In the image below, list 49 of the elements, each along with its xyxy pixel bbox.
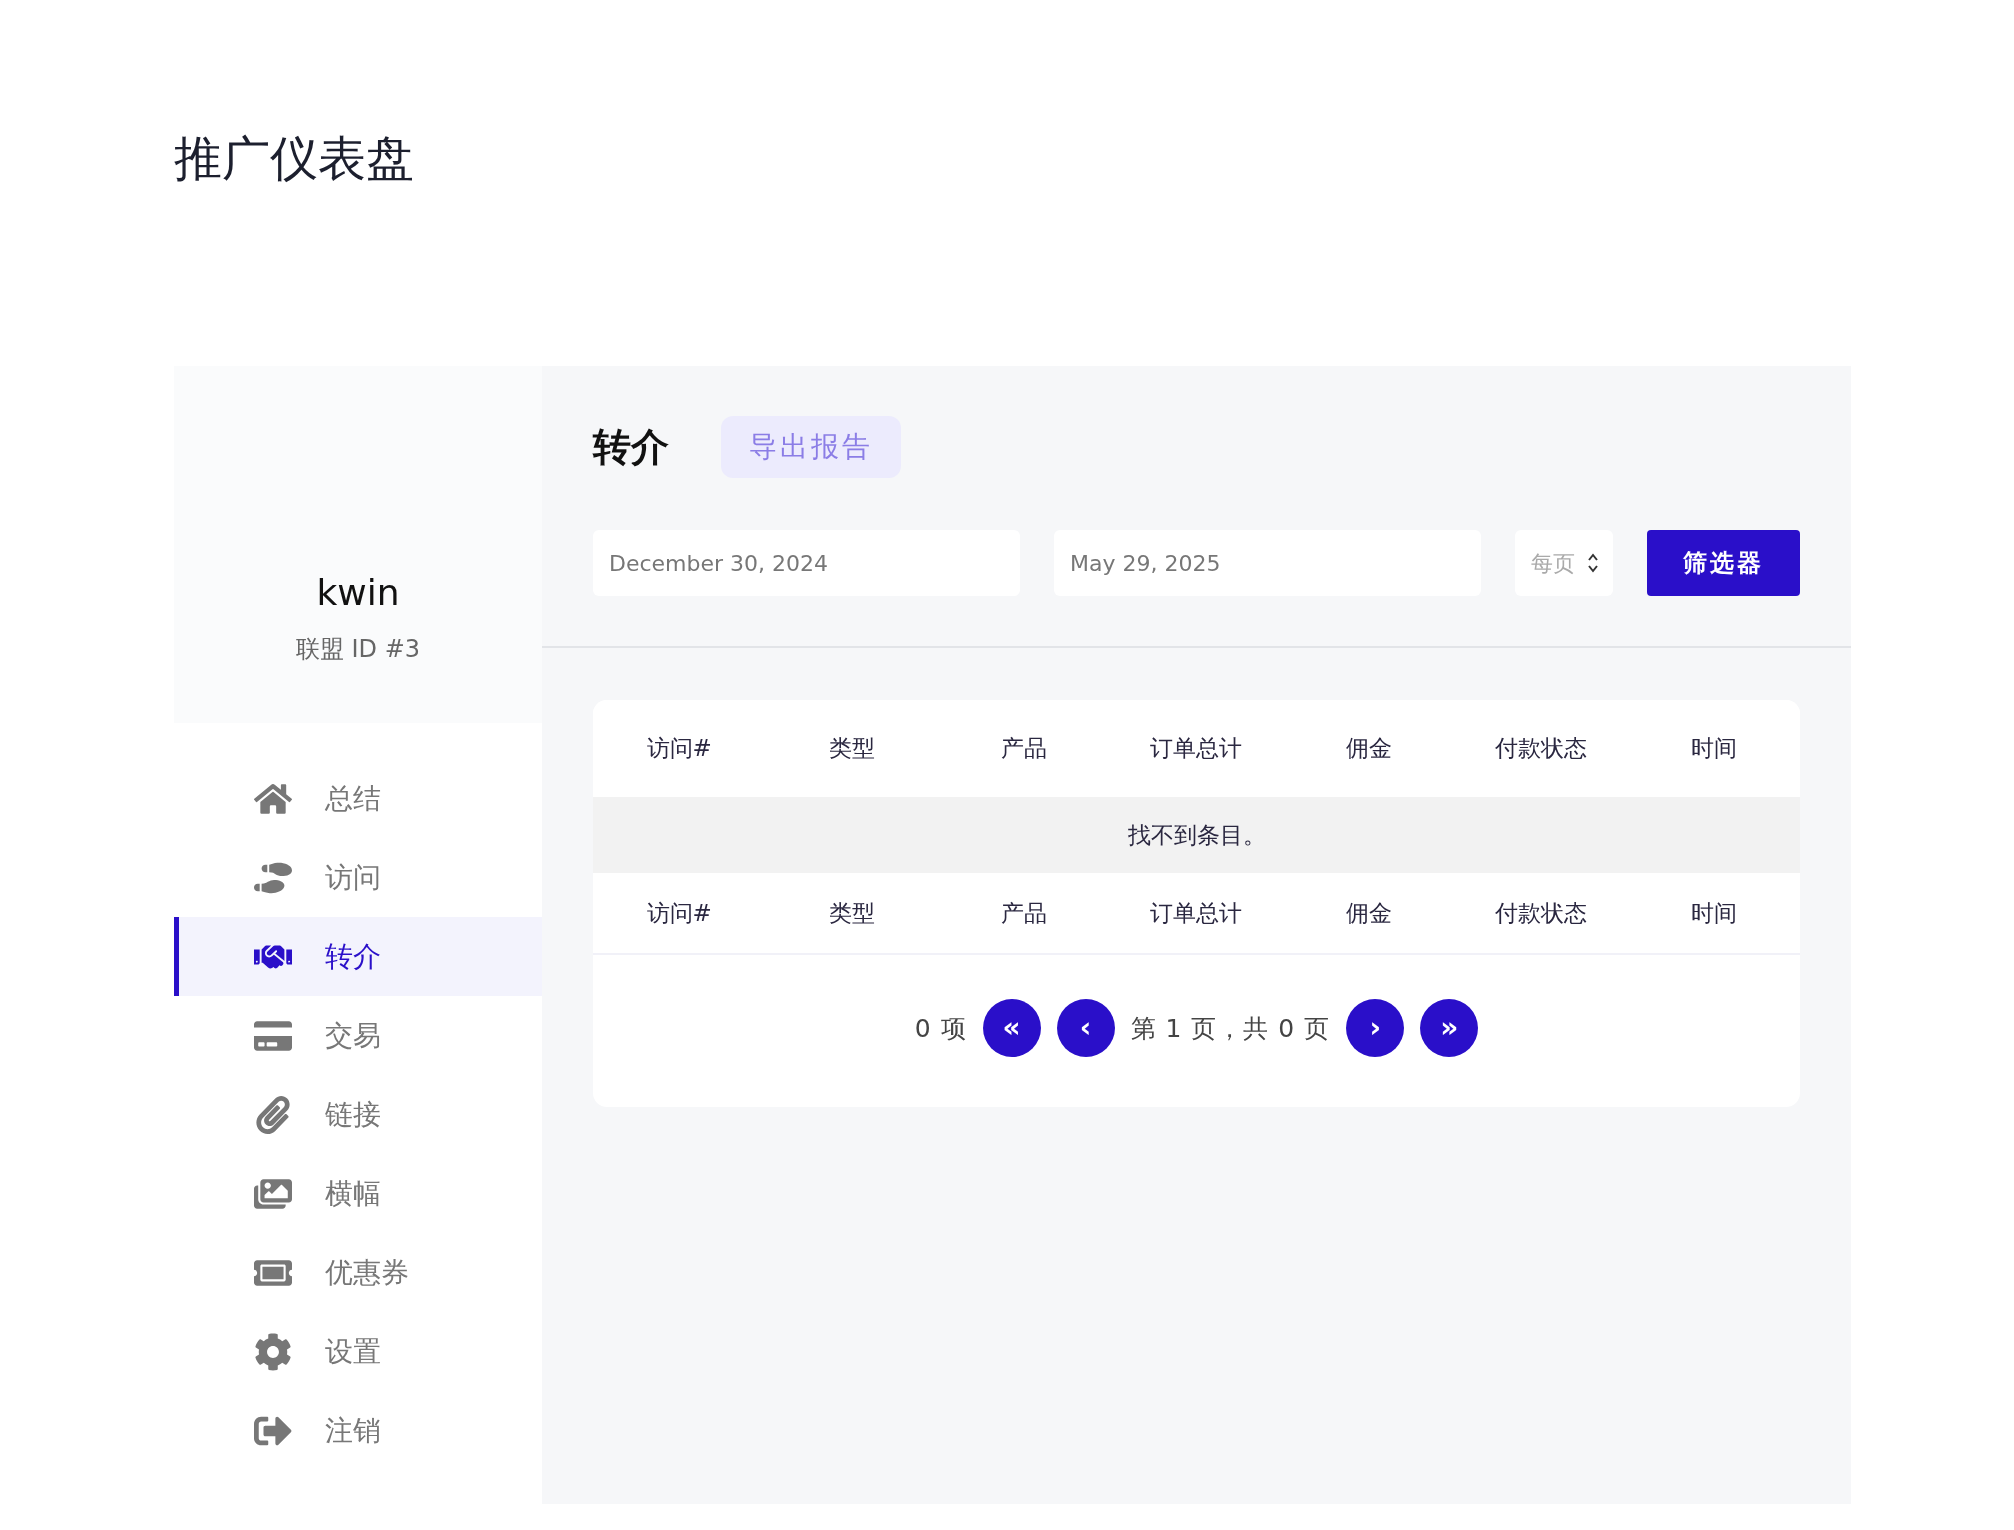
page-info: 第 1 页，共 0 页 [1130, 1012, 1331, 1045]
user-name: kwin [316, 571, 400, 615]
sidebar-item-label: 总结 [325, 780, 381, 817]
page-title: 推广仪表盘 [174, 129, 415, 188]
sidebar-item[interactable]: 交易 [174, 996, 542, 1075]
column-header: 佣金 [1344, 734, 1393, 763]
column-header: 订单总计 [1149, 734, 1244, 763]
affiliate-id: 联盟 ID #3 [295, 634, 421, 665]
empty-message: 找不到条目。 [1126, 820, 1267, 850]
column-header: 时间 [1689, 734, 1738, 763]
last-page-button[interactable]: » [1420, 999, 1479, 1057]
sidebar-item-label: 注销 [325, 1412, 381, 1449]
previous-page-button[interactable]: ‹ [1056, 999, 1115, 1057]
start-date-field[interactable]: December 30, 2024 [593, 530, 1020, 596]
column-header: 类型 [827, 734, 876, 763]
sidebar-item[interactable]: 优惠券 [174, 1233, 542, 1312]
column-footer: 类型 [765, 897, 938, 929]
sidebar-item-label: 交易 [325, 1017, 381, 1054]
column-footer: 时间 [1627, 897, 1800, 929]
column-footer: 付款状态 [1455, 897, 1628, 929]
section-title: 转介 [593, 423, 669, 471]
end-date-field[interactable]: May 29, 2025 [1054, 530, 1481, 596]
sidebar-item[interactable]: 总结 [174, 759, 542, 838]
sidebar-item[interactable]: 注销 [174, 1391, 542, 1470]
sidebar-item[interactable]: 访问 [174, 838, 542, 917]
column-header: 访问# [645, 734, 713, 763]
per-page-field[interactable]: 每页 [1515, 530, 1613, 596]
next-page-button[interactable]: › [1346, 999, 1405, 1057]
column-header: 付款状态 [1494, 734, 1589, 763]
sidebar-item-label: 访问 [325, 859, 381, 896]
sidebar-item[interactable]: 链接 [174, 1075, 542, 1154]
item-count: 0 项 [914, 1012, 967, 1045]
export-button[interactable]: 导出报告 [721, 416, 901, 478]
column-footer: 订单总计 [1110, 897, 1283, 929]
spinner-icon [1587, 552, 1599, 574]
column-header: 产品 [1000, 734, 1049, 763]
filter-button[interactable]: 筛选器 [1647, 530, 1800, 596]
column-footer: 产品 [937, 897, 1111, 929]
sidebar-item-label: 链接 [325, 1096, 381, 1133]
sidebar-item-label: 优惠券 [325, 1254, 409, 1291]
sidebar-item[interactable]: 设置 [174, 1312, 542, 1391]
first-page-button[interactable]: « [982, 999, 1041, 1057]
sidebar-item[interactable]: 横幅 [174, 1154, 542, 1233]
column-footer: 访问# [593, 897, 766, 929]
sidebar-item-label: 转介 [325, 938, 381, 975]
column-footer: 佣金 [1282, 897, 1456, 929]
sidebar-item-label: 横幅 [325, 1175, 381, 1212]
sidebar-item-label: 设置 [325, 1333, 381, 1370]
sidebar-item[interactable]: 转介 [174, 917, 542, 996]
